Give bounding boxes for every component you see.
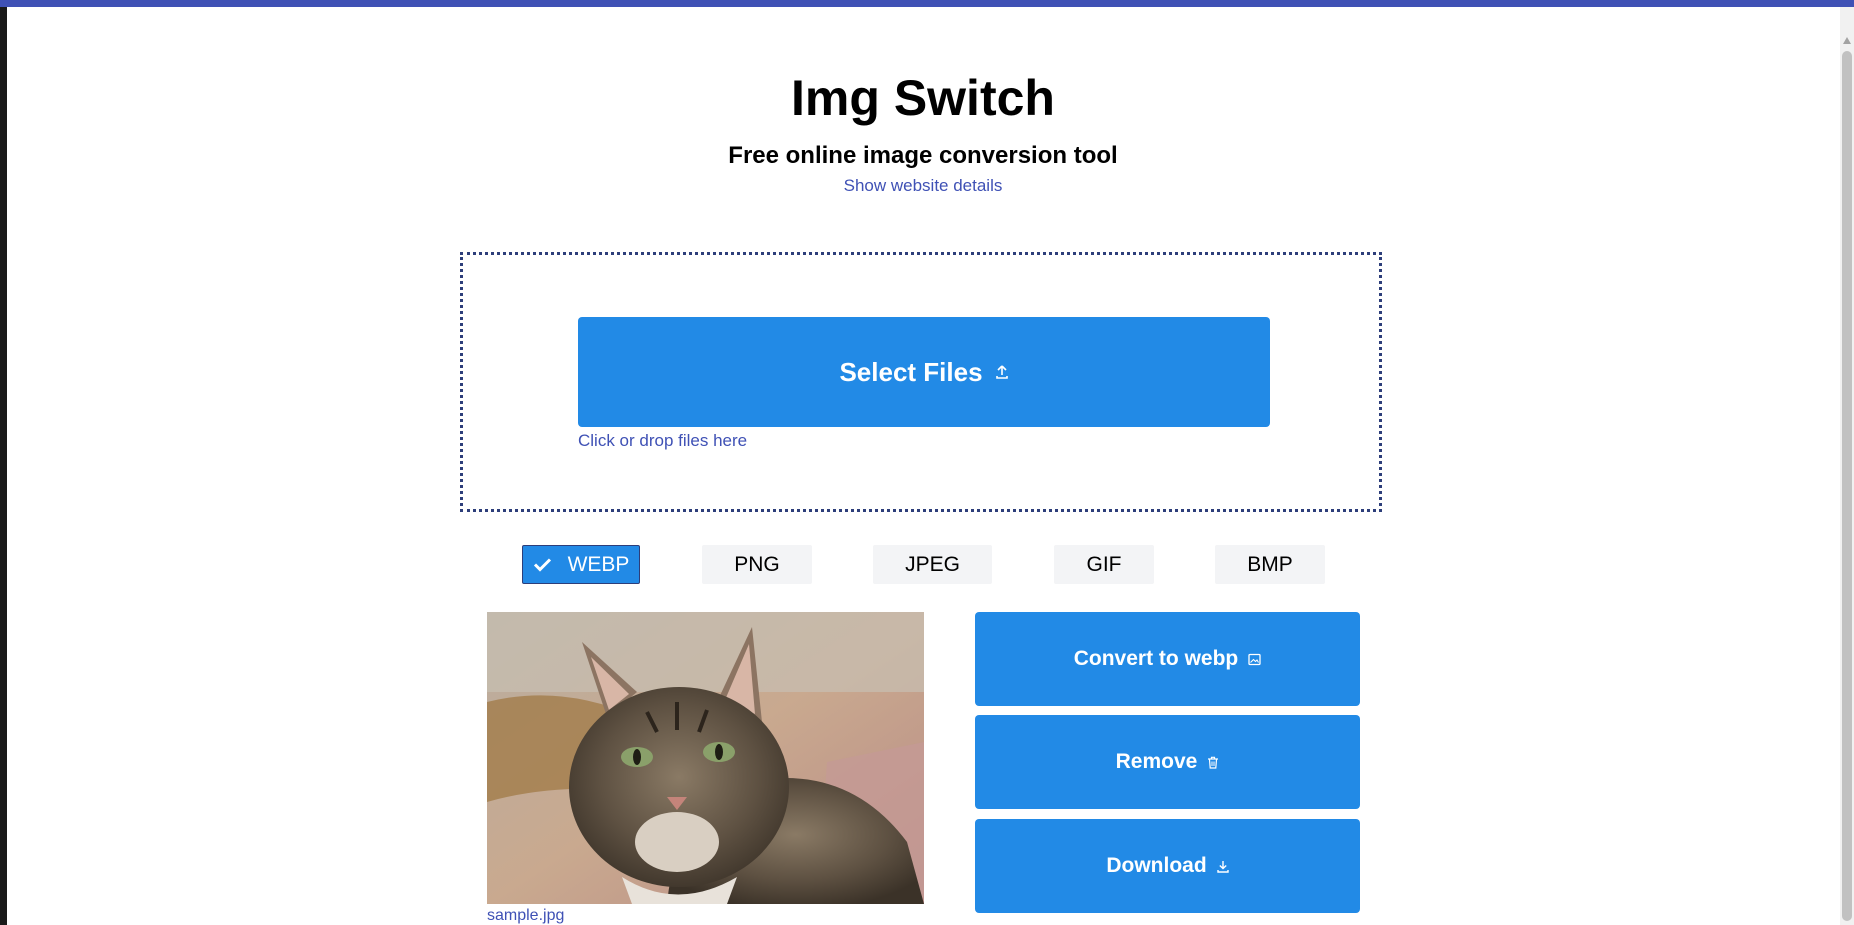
convert-button[interactable]: Convert to webp (975, 612, 1360, 706)
page-title: Img Switch (791, 70, 1055, 126)
top-accent-bar (0, 0, 1854, 7)
file-name: sample.jpg (487, 907, 565, 924)
image-icon (1248, 653, 1261, 666)
format-label: JPEG (905, 552, 960, 576)
download-button[interactable]: Download (975, 819, 1360, 913)
format-label: PNG (734, 552, 780, 576)
format-option-bmp[interactable]: BMP (1215, 545, 1325, 584)
download-icon (1216, 860, 1229, 873)
format-option-jpeg[interactable]: JPEG (873, 545, 992, 584)
cat-photo (487, 612, 924, 904)
format-option-png[interactable]: PNG (702, 545, 812, 584)
scroll-up-arrow-icon[interactable] (1843, 37, 1851, 44)
page-subtitle: Free online image conversion tool (728, 142, 1118, 169)
format-option-gif[interactable]: GIF (1054, 545, 1154, 584)
format-option-webp[interactable]: WEBP (522, 545, 640, 584)
select-files-label: Select Files (839, 356, 983, 387)
remove-button[interactable]: Remove (975, 715, 1360, 809)
drop-hint: Click or drop files here (578, 431, 748, 450)
format-label: GIF (1086, 552, 1122, 576)
window-edge (0, 0, 7, 925)
download-label: Download (1106, 854, 1207, 877)
show-details-link[interactable]: Show website details (0, 175, 1846, 197)
convert-label: Convert to webp (1073, 647, 1239, 670)
select-files-button[interactable]: Select Files (578, 317, 1270, 427)
upload-icon (995, 364, 1009, 380)
checkmark-icon (533, 557, 552, 572)
format-label: BMP (1247, 552, 1293, 576)
image-preview (487, 612, 924, 904)
trash-icon (1207, 756, 1219, 769)
app-window: Img Switch Free online image conversion … (0, 0, 1854, 925)
format-label: WEBP (567, 552, 630, 576)
remove-label: Remove (1115, 750, 1198, 773)
